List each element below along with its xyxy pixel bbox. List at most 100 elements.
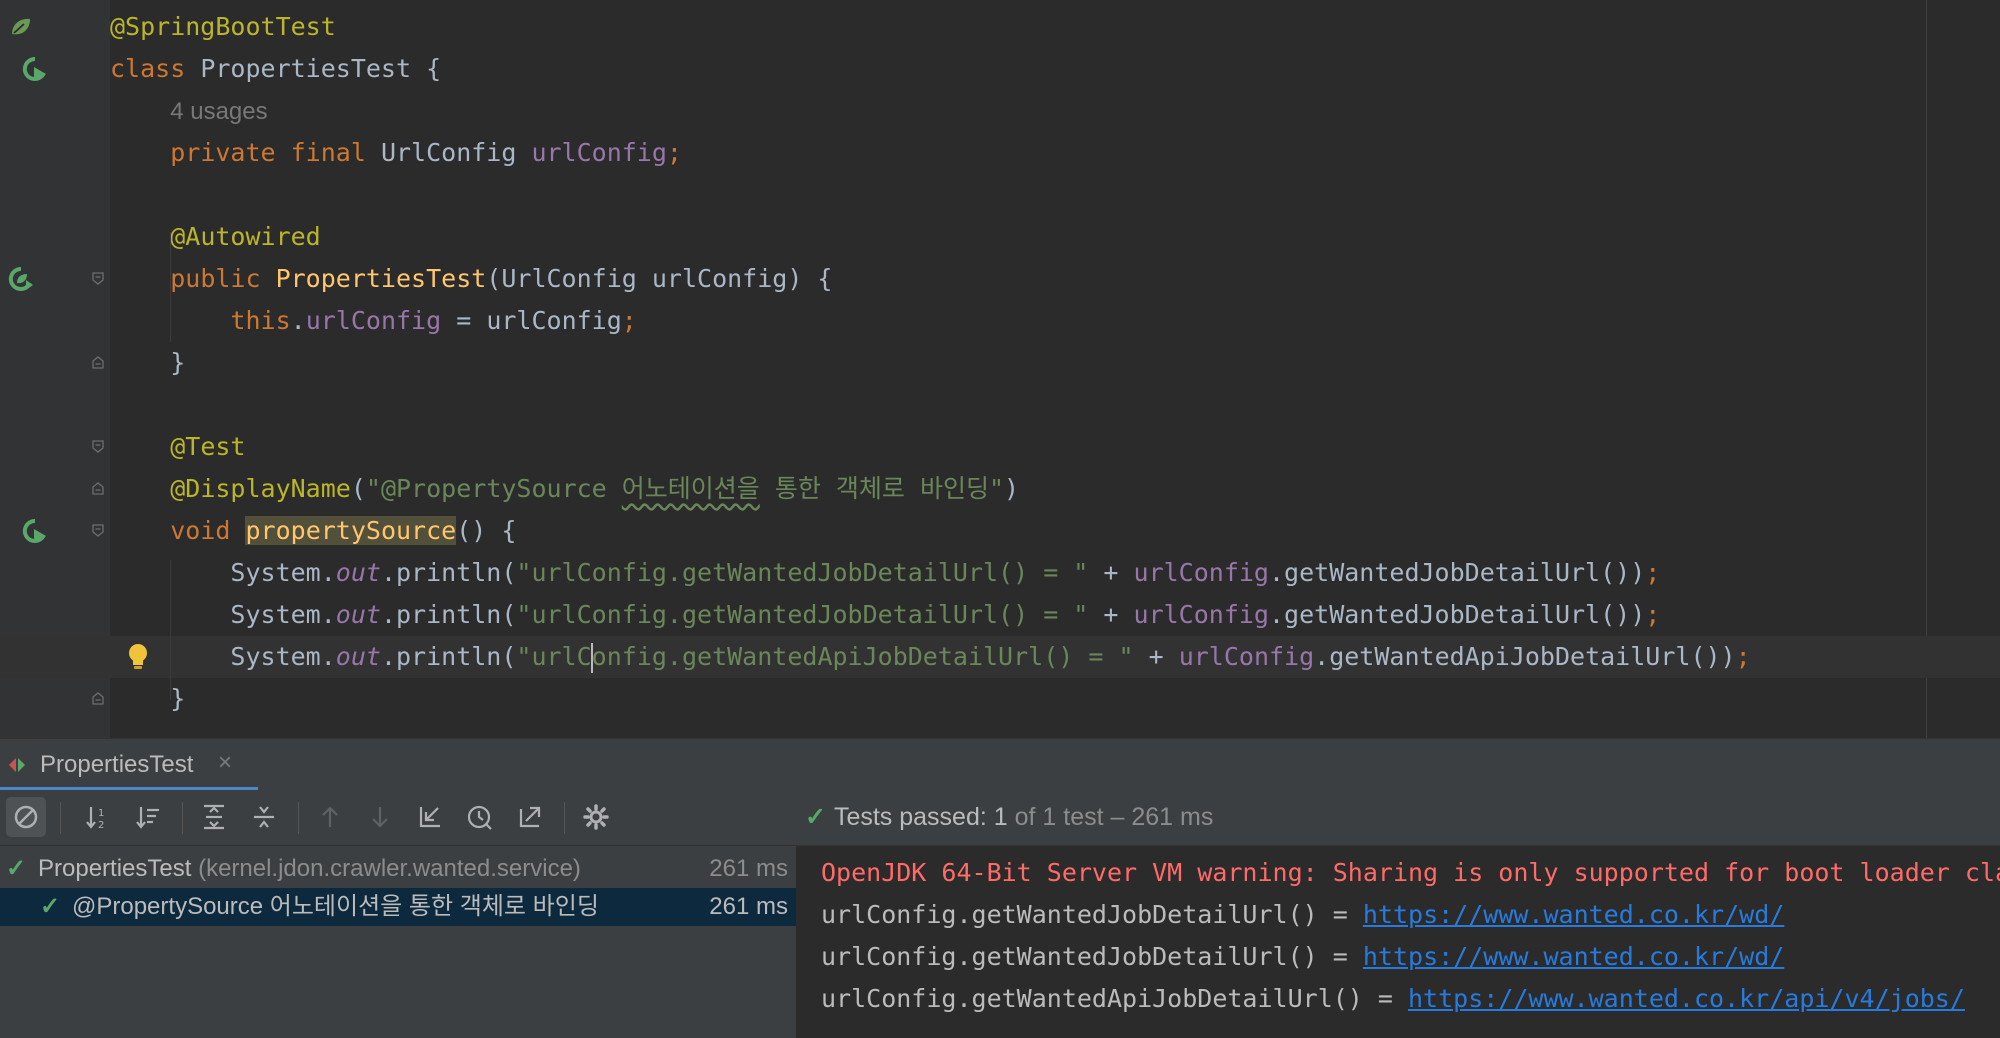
stop-tests-icon[interactable] bbox=[6, 797, 46, 837]
code-token: .println( bbox=[380, 642, 517, 671]
toolbar-separator bbox=[60, 802, 61, 834]
code-text: public PropertiesTest(UrlConfig urlConfi… bbox=[110, 258, 832, 300]
code-token: ) bbox=[1004, 474, 1020, 503]
fold-region-icon[interactable] bbox=[92, 272, 104, 285]
toolbar-separator bbox=[298, 802, 299, 834]
console-output[interactable]: OpenJDK 64-Bit Server VM warning: Sharin… bbox=[797, 846, 2000, 1038]
code-token: urlConfig bbox=[1133, 558, 1269, 587]
test-results-tree[interactable]: ✓ PropertiesTest (kernel.jdon.crawler.wa… bbox=[0, 846, 797, 1038]
code-line[interactable]: System.out.println("urlConfig.getWantedJ… bbox=[0, 594, 2000, 636]
code-line[interactable]: void propertySource() { bbox=[0, 510, 2000, 552]
sort-by-duration-icon[interactable] bbox=[128, 797, 168, 837]
fold-end-icon[interactable] bbox=[92, 482, 104, 495]
code-token: @SpringBootTest bbox=[110, 12, 336, 41]
code-token: .println( bbox=[380, 600, 517, 629]
code-text: 4 usages bbox=[110, 90, 268, 133]
fold-end-icon[interactable] bbox=[92, 692, 104, 705]
console-link[interactable]: https://www.wanted.co.kr/wd/ bbox=[1363, 942, 1784, 971]
code-token: ; bbox=[1645, 600, 1661, 629]
code-token: 통한 객체로 바인딩" bbox=[759, 474, 1005, 503]
code-token: PropertiesTest { bbox=[200, 54, 442, 83]
console-link[interactable]: https://www.wanted.co.kr/api/v4/jobs/ bbox=[1408, 984, 1965, 1013]
tree-row-test-method[interactable]: ✓ @PropertySource 어노테이션을 통한 객체로 바인딩 261 … bbox=[0, 888, 796, 926]
code-token: .getWantedJobDetailUrl()) bbox=[1268, 600, 1646, 629]
expand-all-icon[interactable] bbox=[194, 797, 234, 837]
console-link[interactable]: https://www.wanted.co.kr/wd/ bbox=[1363, 900, 1784, 929]
code-text: void propertySource() { bbox=[110, 510, 516, 552]
code-line[interactable] bbox=[0, 174, 2000, 216]
code-token: urlConfig bbox=[1178, 642, 1315, 671]
code-line[interactable]: @DisplayName("@PropertySource 어노테이션을 통한 … bbox=[0, 468, 2000, 510]
code-token: 4 usages bbox=[170, 98, 268, 125]
code-line[interactable]: @SpringBootTest bbox=[0, 6, 2000, 48]
code-token: ; bbox=[1645, 558, 1661, 587]
tree-row-test-class[interactable]: ✓ PropertiesTest (kernel.jdon.crawler.wa… bbox=[0, 850, 796, 888]
code-token: .getWantedApiJobDetailUrl()) bbox=[1314, 642, 1736, 671]
code-token: out bbox=[335, 600, 381, 629]
code-token: 어노테이션을 bbox=[621, 474, 760, 503]
code-line[interactable]: System.out.println("urlConfig.getWantedJ… bbox=[0, 552, 2000, 594]
code-line[interactable]: 4 usages bbox=[0, 90, 2000, 132]
test-status-bar: ✓ Tests passed: 1 of 1 test – 261 ms bbox=[797, 790, 2000, 846]
code-text: System.out.println("urlConfig.getWantedJ… bbox=[110, 552, 1660, 594]
indent-guide bbox=[170, 232, 171, 342]
code-token: } bbox=[110, 684, 186, 713]
settings-icon[interactable] bbox=[576, 797, 616, 837]
code-line[interactable]: System.out.println("urlConfig.getWantedA… bbox=[0, 636, 2000, 678]
indent-guide bbox=[170, 560, 171, 700]
code-line[interactable]: } bbox=[0, 342, 2000, 384]
spring-bean-run-icon[interactable] bbox=[8, 266, 34, 292]
code-line[interactable]: class PropertiesTest { bbox=[0, 48, 2000, 90]
import-test-results-icon[interactable] bbox=[410, 797, 450, 837]
code-token: urlConfig bbox=[1133, 600, 1269, 629]
fold-region-icon[interactable] bbox=[92, 524, 104, 537]
code-line[interactable]: @Test bbox=[0, 426, 2000, 468]
code-token: urlConfig bbox=[305, 306, 442, 335]
export-results-icon[interactable] bbox=[510, 797, 550, 837]
code-token: System. bbox=[110, 642, 336, 671]
tab-properties-test[interactable]: PropertiesTest × bbox=[0, 739, 258, 791]
spring-bean-icon[interactable] bbox=[8, 14, 34, 40]
fold-end-icon[interactable] bbox=[92, 356, 104, 369]
code-editor[interactable]: @SpringBootTest class PropertiesTest { 4 … bbox=[0, 0, 2000, 738]
test-history-icon[interactable] bbox=[460, 797, 500, 837]
fold-region-icon[interactable] bbox=[92, 440, 104, 453]
code-token: @Autowired bbox=[170, 222, 321, 251]
code-line[interactable] bbox=[0, 384, 2000, 426]
run-tool-window-tabs: PropertiesTest × bbox=[0, 738, 2000, 791]
code-line[interactable]: } bbox=[0, 678, 2000, 720]
code-token: propertySource bbox=[245, 516, 457, 545]
tests-passed-status: ✓ Tests passed: 1 of 1 test – 261 ms bbox=[805, 802, 1213, 832]
status-rest: of 1 test – 261 ms bbox=[1007, 803, 1214, 831]
code-line[interactable]: public PropertiesTest(UrlConfig urlConfi… bbox=[0, 258, 2000, 300]
test-method-name: @PropertySource 어노테이션을 통한 객체로 바인딩 bbox=[72, 893, 599, 920]
code-token: public bbox=[170, 264, 276, 293]
check-icon: ✓ bbox=[805, 803, 826, 831]
collapse-all-icon[interactable] bbox=[244, 797, 284, 837]
code-line[interactable]: @Autowired bbox=[0, 216, 2000, 258]
code-token: this bbox=[230, 306, 291, 335]
code-text: this.urlConfig = urlConfig; bbox=[110, 300, 636, 342]
run-test-icon[interactable] bbox=[22, 56, 48, 82]
code-text: } bbox=[110, 342, 185, 384]
test-duration: 261 ms bbox=[709, 855, 788, 882]
run-test-icon[interactable] bbox=[22, 518, 48, 544]
code-token: private final bbox=[170, 138, 381, 167]
close-tab-icon[interactable]: × bbox=[218, 749, 232, 777]
tree-row-label: PropertiesTest (kernel.jdon.crawler.want… bbox=[38, 850, 581, 888]
code-token: System. bbox=[110, 558, 336, 587]
next-failed-test-icon[interactable] bbox=[360, 797, 400, 837]
code-line[interactable]: this.urlConfig = urlConfig; bbox=[0, 300, 2000, 342]
previous-failed-test-icon[interactable] bbox=[310, 797, 350, 837]
code-line[interactable]: private final UrlConfig urlConfig; bbox=[0, 132, 2000, 174]
code-text: @DisplayName("@PropertySource 어노테이션을 통한 … bbox=[110, 468, 1019, 510]
code-text: System.out.println("urlConfig.getWantedA… bbox=[110, 636, 1751, 678]
code-token: System. bbox=[110, 600, 336, 629]
code-text: @Test bbox=[110, 426, 245, 468]
test-class-name: PropertiesTest bbox=[38, 855, 192, 882]
sort-alphabetically-icon[interactable]: 12 bbox=[78, 797, 118, 837]
test-package: (kernel.jdon.crawler.wanted.service) bbox=[191, 855, 581, 882]
